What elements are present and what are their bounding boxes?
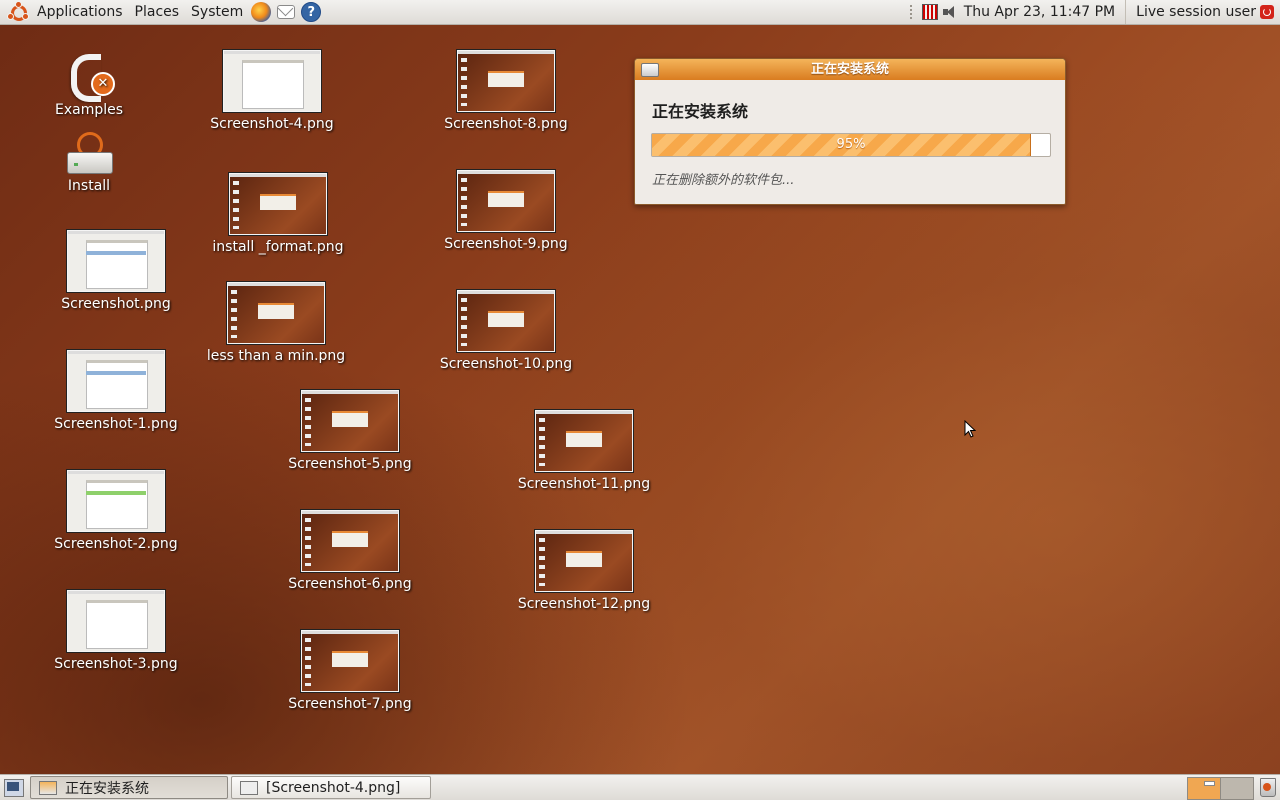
workspace-2[interactable] [1221,777,1254,800]
icon-label: Screenshot-9.png [444,236,568,252]
menu-applications[interactable]: Applications [31,0,129,24]
mouse-pointer-icon [964,420,976,438]
task-label: 正在安装系统 [65,780,149,797]
desktop-icon-screenshot-9[interactable]: Screenshot-9.png [436,169,576,252]
image-thumbnail-icon [534,409,634,473]
panel-tray: Thu Apr 23, 11:47 PM Live session user [909,0,1280,24]
help-icon[interactable]: ? [301,2,322,22]
tray-handle-icon[interactable] [909,5,916,19]
icon-label: Screenshot.png [61,296,171,312]
desktop-icon-screenshot-11[interactable]: Screenshot-11.png [514,409,654,492]
desktop-icon-screenshot-7[interactable]: Screenshot-7.png [280,629,420,712]
installer-heading: 正在安装系统 [652,102,749,121]
menu-places[interactable]: Places [129,0,186,24]
install-icon [65,130,113,178]
icon-label: Screenshot-1.png [54,416,178,432]
image-viewer-icon [240,780,258,795]
icon-label: Screenshot-11.png [517,476,651,492]
icon-label: Screenshot-8.png [444,116,568,132]
desktop-icon-screenshot-6[interactable]: Screenshot-6.png [280,509,420,592]
trash-icon[interactable] [1260,778,1276,797]
image-thumbnail-icon [66,229,166,293]
icon-label: Screenshot-3.png [54,656,178,672]
workspace-switcher[interactable] [1187,777,1254,800]
installer-window[interactable]: 正在安装系统 正在安装系统 95% 正在删除额外的软件包... [634,58,1066,205]
desktop-icon-install[interactable]: Install [19,130,159,194]
image-thumbnail-icon [222,49,322,113]
desktop-icon-screenshot-10[interactable]: Screenshot-10.png [436,289,576,372]
icon-label: Install [67,178,111,194]
window-title: 正在安装系统 [810,62,889,77]
icon-label: Screenshot-6.png [288,576,412,592]
clock[interactable]: Thu Apr 23, 11:47 PM [962,0,1127,24]
installer-icon [641,63,659,77]
power-icon[interactable] [1260,5,1274,19]
bottom-panel: 正在安装系统 [Screenshot-4.png] [0,774,1280,800]
desktop-icon-screenshot-2[interactable]: Screenshot-2.png [46,469,186,552]
progress-percent: 95% [836,137,866,152]
image-thumbnail-icon [456,49,556,113]
image-thumbnail-icon [66,349,166,413]
image-thumbnail-icon [226,281,326,345]
desktop-icon-screenshot-4[interactable]: Screenshot-4.png [202,49,342,132]
image-thumbnail-icon [228,172,328,236]
task-installer[interactable]: 正在安装系统 [30,776,228,799]
installer-icon [39,780,57,795]
firefox-icon[interactable] [251,2,272,22]
examples-icon: ✕ [65,50,115,102]
workspace-1[interactable] [1187,777,1221,800]
icon-label: Screenshot-10.png [439,356,573,372]
icon-label: Screenshot-5.png [288,456,412,472]
image-thumbnail-icon [300,509,400,573]
icon-label: Screenshot-7.png [288,696,412,712]
desktop-icon-screenshot[interactable]: Screenshot.png [46,229,186,312]
install-progress-bar: 95% [651,133,1051,157]
image-thumbnail-icon [534,529,634,593]
desktop-icon-screenshot-5[interactable]: Screenshot-5.png [280,389,420,472]
desktop-icon-screenshot-3[interactable]: Screenshot-3.png [46,589,186,672]
session-user[interactable]: Live session user [1126,0,1260,24]
mail-icon[interactable] [277,5,296,19]
icon-label: Screenshot-4.png [210,116,334,132]
show-desktop-icon[interactable] [4,778,24,797]
icon-label: less than a min.png [206,348,346,364]
task-screenshot-4[interactable]: [Screenshot-4.png] [231,776,431,799]
desktop-icon-examples[interactable]: ✕ Examples [19,50,159,118]
icon-label: Screenshot-2.png [54,536,178,552]
image-thumbnail-icon [66,469,166,533]
menu-system[interactable]: System [185,0,249,24]
icon-label: Examples [54,102,124,118]
image-thumbnail-icon [66,589,166,653]
task-label: [Screenshot-4.png] [266,779,401,796]
top-panel: Applications Places System ? Thu Apr 23,… [0,0,1280,25]
install-status: 正在删除额外的软件包... [652,173,795,188]
icon-label: Screenshot-12.png [517,596,651,612]
desktop-icon-screenshot-8[interactable]: Screenshot-8.png [436,49,576,132]
desktop-icon-less-than-a-min[interactable]: less than a min.png [206,281,346,364]
image-thumbnail-icon [300,389,400,453]
window-titlebar[interactable]: 正在安装系统 [635,59,1065,80]
network-icon[interactable] [921,4,938,20]
desktop-icon-screenshot-1[interactable]: Screenshot-1.png [46,349,186,432]
volume-icon[interactable] [942,4,958,20]
ubuntu-logo-icon[interactable] [7,1,29,22]
image-thumbnail-icon [300,629,400,693]
icon-label: install _format.png [212,239,344,255]
image-thumbnail-icon [456,289,556,353]
desktop-icon-screenshot-12[interactable]: Screenshot-12.png [514,529,654,612]
image-thumbnail-icon [456,169,556,233]
desktop-icon-install-format[interactable]: install _format.png [208,172,348,255]
